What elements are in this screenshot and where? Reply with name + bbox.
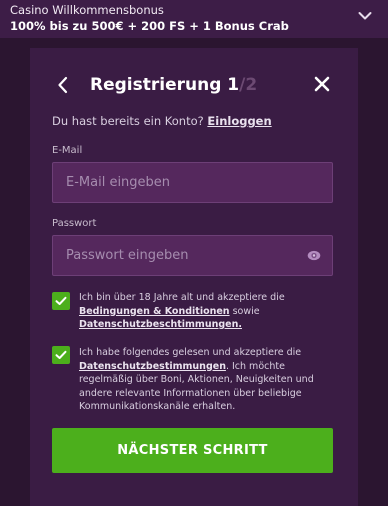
registration-title: Registrierung 1/2 <box>90 73 257 97</box>
step-current: 1 <box>227 75 240 95</box>
checkmark-icon <box>55 296 67 305</box>
newsletter-consent-text: Ich habe folgendes gelesen und akzeptier… <box>79 346 319 414</box>
login-link[interactable]: Einloggen <box>207 114 271 128</box>
login-prompt-row: Du hast bereits ein Konto? Einloggen <box>52 114 272 128</box>
login-prompt: Du hast bereits ein Konto? <box>52 114 204 128</box>
chevron-left-icon[interactable] <box>56 76 70 94</box>
next-step-button[interactable]: NÄCHSTER SCHRITT <box>52 428 333 473</box>
password-label: Passwort <box>52 218 97 229</box>
title-text: Registrierung <box>90 75 222 95</box>
privacy-policy-link[interactable]: Datenschutzbestimmungen <box>79 361 226 372</box>
privacy-link[interactable]: Datenschutzbeschtimmungen. <box>79 319 242 330</box>
age-terms-consent-text: Ich bin über 18 Jahre alt und akzeptiere… <box>79 291 319 332</box>
banner-title: Casino Willkommensbonus <box>10 3 164 17</box>
eye-icon[interactable] <box>307 250 321 261</box>
password-field[interactable] <box>52 235 333 276</box>
step-total: /2 <box>239 75 258 95</box>
registration-header: Registrierung 1/2 <box>30 70 358 100</box>
newsletter-checkbox[interactable] <box>52 346 70 364</box>
consent-text-before: Ich bin über 18 Jahre alt und akzeptiere… <box>79 292 285 303</box>
close-icon[interactable] <box>314 76 330 92</box>
terms-link[interactable]: Bedingungen & Konditionen <box>79 306 230 317</box>
registration-panel: Registrierung 1/2 Du hast bereits ein Ko… <box>30 48 358 506</box>
email-field[interactable] <box>52 162 333 203</box>
consent-text-before: Ich habe folgendes gelesen und akzeptier… <box>79 347 302 358</box>
bonus-banner[interactable]: Casino Willkommensbonus 100% bis zu 500€… <box>0 0 388 38</box>
checkmark-icon <box>55 350 67 359</box>
chevron-down-icon[interactable] <box>358 11 372 21</box>
email-label: E-Mail <box>52 145 83 156</box>
age-terms-checkbox[interactable] <box>52 292 70 310</box>
banner-offer: 100% bis zu 500€ + 200 FS + 1 Bonus Crab <box>10 19 289 33</box>
consent-text-middle: sowie <box>229 305 260 317</box>
